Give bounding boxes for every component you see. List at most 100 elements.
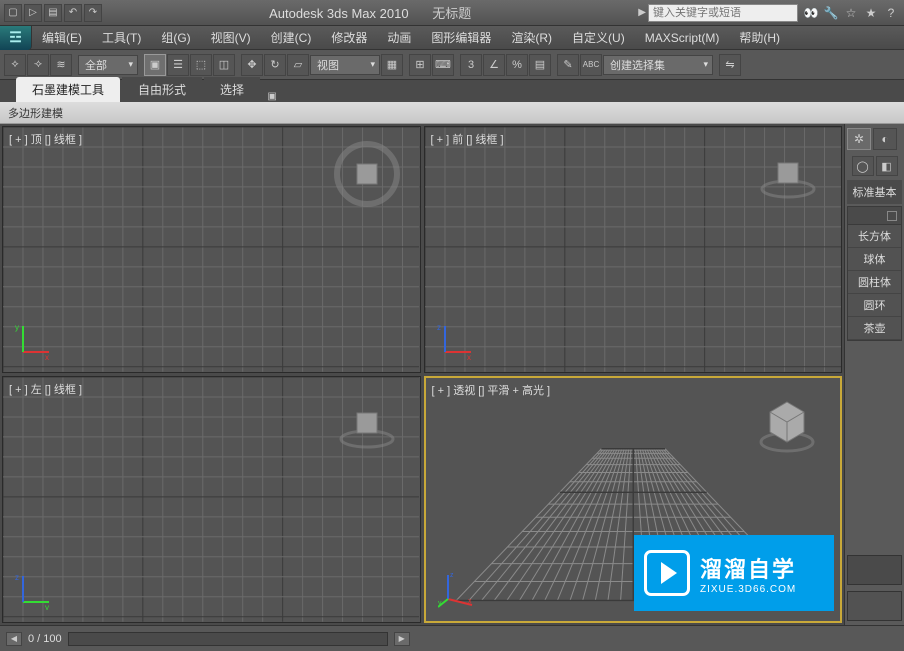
primitive-sphere[interactable]: 球体 <box>848 248 901 271</box>
modify-tab-icon[interactable]: ◐ <box>873 128 897 150</box>
new-icon[interactable]: ▢ <box>4 4 22 22</box>
primitive-box[interactable]: 长方体 <box>848 225 901 248</box>
redo-icon[interactable]: ↷ <box>84 4 102 22</box>
viewcube-front[interactable] <box>753 139 823 209</box>
app-name: Autodesk 3ds Max 2010 <box>269 6 408 21</box>
timeline-right-icon[interactable]: ▶ <box>394 632 410 646</box>
ribbon-tab-select[interactable]: 选择 <box>204 77 260 102</box>
ribbon-tabs: 石墨建模工具 自由形式 选择 ▣ <box>0 80 904 102</box>
create-subtype-row: ◯ ◧ <box>845 154 904 178</box>
watermark-url: ZIXUE.3D66.COM <box>700 584 796 595</box>
menu-group[interactable]: 组(G) <box>151 26 200 49</box>
viewcube-top[interactable] <box>332 139 402 209</box>
name-color-rollout[interactable] <box>847 555 902 585</box>
open-icon[interactable]: ▷ <box>24 4 42 22</box>
help-icon[interactable]: ? <box>882 4 900 22</box>
viewport-left[interactable]: [ + ] 左 [] 线框 ] y z <box>2 376 421 623</box>
named-sel-abc-icon[interactable]: ABC <box>580 54 602 76</box>
select-region-icon[interactable]: ⬚ <box>190 54 212 76</box>
shapes-icon[interactable]: ◧ <box>876 156 898 176</box>
timeline-track[interactable] <box>68 632 388 646</box>
main-toolbar: ⟡ ⟢ ≋ 全部 ▣ ☰ ⬚ ◫ ✥ ↻ ▱ 视图 ▦ ⊞ ⌨ 3 ∠ % ▤ … <box>0 50 904 80</box>
search-input[interactable] <box>648 4 798 22</box>
svg-text:z: z <box>450 572 454 579</box>
exchange-icon[interactable]: ☆ <box>842 4 860 22</box>
snap-icon[interactable]: 3 <box>460 54 482 76</box>
percent-snap-icon[interactable]: % <box>506 54 528 76</box>
window-title: Autodesk 3ds Max 2010 无标题 <box>102 3 638 22</box>
move-icon[interactable]: ✥ <box>241 54 263 76</box>
window-crossing-icon[interactable]: ◫ <box>213 54 235 76</box>
unlink-icon[interactable]: ⟢ <box>27 54 49 76</box>
mirror-icon[interactable]: ⇋ <box>719 54 741 76</box>
watermark-banner: 溜溜自学 ZIXUE.3D66.COM <box>634 535 834 611</box>
spinner-snap-icon[interactable]: ▤ <box>529 54 551 76</box>
svg-text:z: z <box>15 573 19 582</box>
category-dropdown[interactable]: 标准基本 <box>847 180 902 204</box>
menu-animation[interactable]: 动画 <box>377 26 421 49</box>
menu-maxscript[interactable]: MAXScript(M) <box>635 26 730 49</box>
menu-bar: ☲ 编辑(E) 工具(T) 组(G) 视图(V) 创建(C) 修改器 动画 图形… <box>0 26 904 50</box>
viewcube-left[interactable] <box>332 389 402 459</box>
create-tab-icon[interactable]: ✲ <box>847 128 871 150</box>
timeline-left-icon[interactable]: ◀ <box>6 632 22 646</box>
ribbon-panel-label[interactable]: 多边形建模 <box>8 105 63 121</box>
title-right-icons: 👀 🔧 ☆ ★ ? <box>802 4 900 22</box>
scale-icon[interactable]: ▱ <box>287 54 309 76</box>
menu-help[interactable]: 帮助(H) <box>729 26 790 49</box>
menu-customize[interactable]: 自定义(U) <box>562 26 635 49</box>
menu-create[interactable]: 创建(C) <box>261 26 322 49</box>
rollout-header[interactable] <box>848 207 901 225</box>
geometry-icon[interactable]: ◯ <box>852 156 874 176</box>
primitive-cylinder[interactable]: 圆柱体 <box>848 271 901 294</box>
selection-filter-dropdown[interactable]: 全部 <box>78 55 138 75</box>
bind-icon[interactable]: ≋ <box>50 54 72 76</box>
manipulate-icon[interactable]: ⊞ <box>409 54 431 76</box>
axis-gizmo-perspective: x z y <box>438 569 478 609</box>
binoculars-icon[interactable]: 👀 <box>802 4 820 22</box>
menu-modifiers[interactable]: 修改器 <box>321 26 377 49</box>
rotate-icon[interactable]: ↻ <box>264 54 286 76</box>
angle-snap-icon[interactable]: ∠ <box>483 54 505 76</box>
menu-render[interactable]: 渲染(R) <box>501 26 562 49</box>
favorite-icon[interactable]: ★ <box>862 4 880 22</box>
app-menu-button[interactable]: ☲ <box>0 26 32 50</box>
menu-graph[interactable]: 图形编辑器 <box>421 26 501 49</box>
viewport-front[interactable]: [ + ] 前 [] 线框 ] x z <box>424 126 843 373</box>
svg-text:x: x <box>467 353 471 360</box>
status-bar: ◀ 0 / 100 ▶ <box>0 625 904 651</box>
select-name-icon[interactable]: ☰ <box>167 54 189 76</box>
named-sel-edit-icon[interactable]: ✎ <box>557 54 579 76</box>
title-bar: ▢ ▷ ▤ ↶ ↷ Autodesk 3ds Max 2010 无标题 ▶ 👀 … <box>0 0 904 26</box>
select-object-icon[interactable]: ▣ <box>144 54 166 76</box>
primitive-torus[interactable]: 圆环 <box>848 294 901 317</box>
ref-coord-dropdown[interactable]: 视图 <box>310 55 380 75</box>
autogrid-checkbox[interactable] <box>887 211 897 221</box>
viewport-top[interactable]: [ + ] 顶 [] 线框 ] x y <box>2 126 421 373</box>
viewcube-perspective[interactable] <box>752 390 822 460</box>
ribbon-collapse-icon[interactable]: ▣ <box>262 91 282 102</box>
object-type-rollout: 长方体 球体 圆柱体 圆环 茶壶 <box>847 206 902 341</box>
undo-icon[interactable]: ↶ <box>64 4 82 22</box>
save-icon[interactable]: ▤ <box>44 4 62 22</box>
ribbon-tab-graphite[interactable]: 石墨建模工具 <box>16 77 120 102</box>
command-panel-tabs: ✲ ◐ <box>845 124 904 154</box>
viewport-label-left[interactable]: [ + ] 左 [] 线框 ] <box>9 381 82 397</box>
search-arrow-icon[interactable]: ▶ <box>638 7 646 18</box>
axis-gizmo-front: x z <box>437 320 477 360</box>
named-selection-dropdown[interactable]: 创建选择集 <box>603 55 713 75</box>
ribbon-tab-freeform[interactable]: 自由形式 <box>122 77 202 102</box>
menu-edit[interactable]: 编辑(E) <box>32 26 92 49</box>
menu-views[interactable]: 视图(V) <box>201 26 261 49</box>
viewport-label-top[interactable]: [ + ] 顶 [] 线框 ] <box>9 131 82 147</box>
menu-tools[interactable]: 工具(T) <box>92 26 151 49</box>
pivot-icon[interactable]: ▦ <box>381 54 403 76</box>
keyboard-icon[interactable]: ⌨ <box>432 54 454 76</box>
key-icon[interactable]: 🔧 <box>822 4 840 22</box>
primitive-teapot[interactable]: 茶壶 <box>848 317 901 340</box>
axis-gizmo-left: y z <box>15 570 55 610</box>
watermark-title: 溜溜自学 <box>700 552 796 584</box>
viewport-label-front[interactable]: [ + ] 前 [] 线框 ] <box>431 131 504 147</box>
viewport-label-perspective[interactable]: [ + ] 透视 [] 平滑 + 高光 ] <box>432 382 551 398</box>
link-icon[interactable]: ⟡ <box>4 54 26 76</box>
